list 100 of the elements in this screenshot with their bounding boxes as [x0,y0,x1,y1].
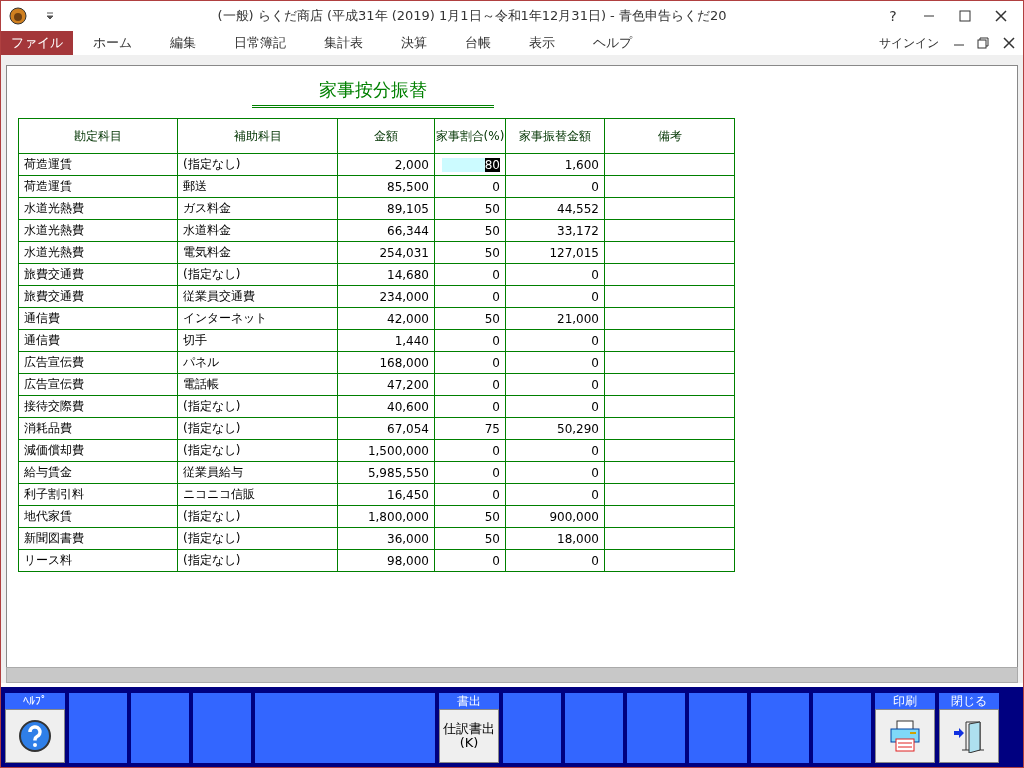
table-cell[interactable]: 0 [434,439,506,462]
menu-item[interactable]: ヘルプ [577,31,648,55]
table-cell: 旅費交通費 [18,285,178,308]
table-cell[interactable]: 0 [434,329,506,352]
table-cell: 地代家賃 [18,505,178,528]
table-cell: 利子割引料 [18,483,178,506]
table-cell: (指定なし) [177,505,338,528]
table-cell: 通信費 [18,329,178,352]
menu-item[interactable]: ファイル [1,31,73,55]
table-cell[interactable]: 0 [434,373,506,396]
table-cell: 50,290 [505,417,605,440]
table-cell: 44,552 [505,197,605,220]
table-cell[interactable]: 50 [434,307,506,330]
table-cell: 郵送 [177,175,338,198]
table-cell: 47,200 [337,373,435,396]
table-cell[interactable]: 50 [434,505,506,528]
table-cell: 1,500,000 [337,439,435,462]
table-cell[interactable]: 0 [434,395,506,418]
table-cell: 0 [505,439,605,462]
printer-icon [889,719,921,753]
table-cell: 42,000 [337,307,435,330]
function-key-label: ﾍﾙﾌﾟ [22,693,48,709]
table-cell: 水道料金 [177,219,338,242]
table-cell: 5,985,550 [337,461,435,484]
table-cell: (指定なし) [177,527,338,550]
table-cell: 0 [505,373,605,396]
table-cell: 14,680 [337,263,435,286]
table-cell: 0 [505,351,605,374]
table-cell: 127,015 [505,241,605,264]
function-key-button[interactable]: 仕訳書出 (K) [439,709,499,763]
table-cell[interactable]: 50 [434,527,506,550]
table-cell[interactable]: 0 [434,461,506,484]
table-cell: (指定なし) [177,549,338,572]
function-key-button[interactable] [5,709,65,763]
table-cell: ガス料金 [177,197,338,220]
table-cell: 従業員給与 [177,461,338,484]
table-cell: (指定なし) [177,395,338,418]
camel-logo-icon [9,7,27,25]
table-cell: 36,000 [337,527,435,550]
menu-item[interactable]: 台帳 [449,31,507,55]
table-cell[interactable]: 0 [434,285,506,308]
menu-item[interactable]: ホーム [77,31,148,55]
table-cell[interactable]: 50 [434,241,506,264]
table-cell: (指定なし) [177,417,338,440]
table-cell: 900,000 [505,505,605,528]
menu-item[interactable]: 日常簿記 [218,31,302,55]
table-cell[interactable]: 0 [434,263,506,286]
function-key-button[interactable] [939,709,999,763]
menu-item[interactable]: 表示 [513,31,571,55]
table-cell[interactable]: 80 [434,153,506,176]
column-header: 家事振替金額 [505,118,605,154]
table-cell: 水道光熱費 [18,197,178,220]
table-cell[interactable]: 0 [434,483,506,506]
empty-function-key [69,693,127,763]
table-cell: 0 [505,285,605,308]
table-cell[interactable]: 50 [434,219,506,242]
table-cell[interactable]: 0 [434,351,506,374]
table-cell: 広告宣伝費 [18,351,178,374]
table-cell: 広告宣伝費 [18,373,178,396]
table-cell: 0 [505,329,605,352]
menu-item[interactable]: 決算 [385,31,443,55]
column-header: 補助科目 [177,118,338,154]
help-button[interactable]: ? [879,8,907,24]
function-key-label: 印刷 [892,693,918,709]
window-title: (一般) らくだ商店 (平成31年 (2019) 1月1日～令和1年12月31日) - 青色申告らくだ20 [216,7,728,25]
function-key-label: 閉じる [950,693,988,709]
table-cell: 旅費交通費 [18,263,178,286]
empty-function-key [813,693,871,763]
table-cell: 新聞図書費 [18,527,178,550]
table-cell[interactable]: 0 [434,549,506,572]
table-cell: 33,172 [505,219,605,242]
table-cell: (指定なし) [177,439,338,462]
table-cell: パネル [177,351,338,374]
table-cell: 168,000 [337,351,435,374]
table-cell: インターネット [177,307,338,330]
column-header: 家事割合(%) [434,118,506,154]
table-cell: 0 [505,483,605,506]
table-cell: 98,000 [337,549,435,572]
menu-item[interactable]: 集計表 [308,31,379,55]
empty-function-key [193,693,251,763]
table-cell: (指定なし) [177,263,338,286]
table-cell: 接待交際費 [18,395,178,418]
table-cell: 16,450 [337,483,435,506]
table-cell: 67,054 [337,417,435,440]
help-icon [18,719,52,753]
table-cell: 2,000 [337,153,435,176]
table-cell[interactable]: 75 [434,417,506,440]
empty-function-key [503,693,561,763]
signin-link[interactable]: サインイン [879,34,939,52]
column-header: 金額 [337,118,435,154]
table-cell: (指定なし) [177,153,338,176]
table-cell: リース料 [18,549,178,572]
table-cell[interactable]: 0 [434,175,506,198]
table-cell: 水道光熱費 [18,241,178,264]
menu-item[interactable]: 編集 [154,31,212,55]
page-title: 家事按分振替 [252,78,494,108]
table-cell: 通信費 [18,307,178,330]
column-header: 勘定科目 [18,118,178,154]
table-cell[interactable]: 50 [434,197,506,220]
table-cell: ニコニコ信販 [177,483,338,506]
